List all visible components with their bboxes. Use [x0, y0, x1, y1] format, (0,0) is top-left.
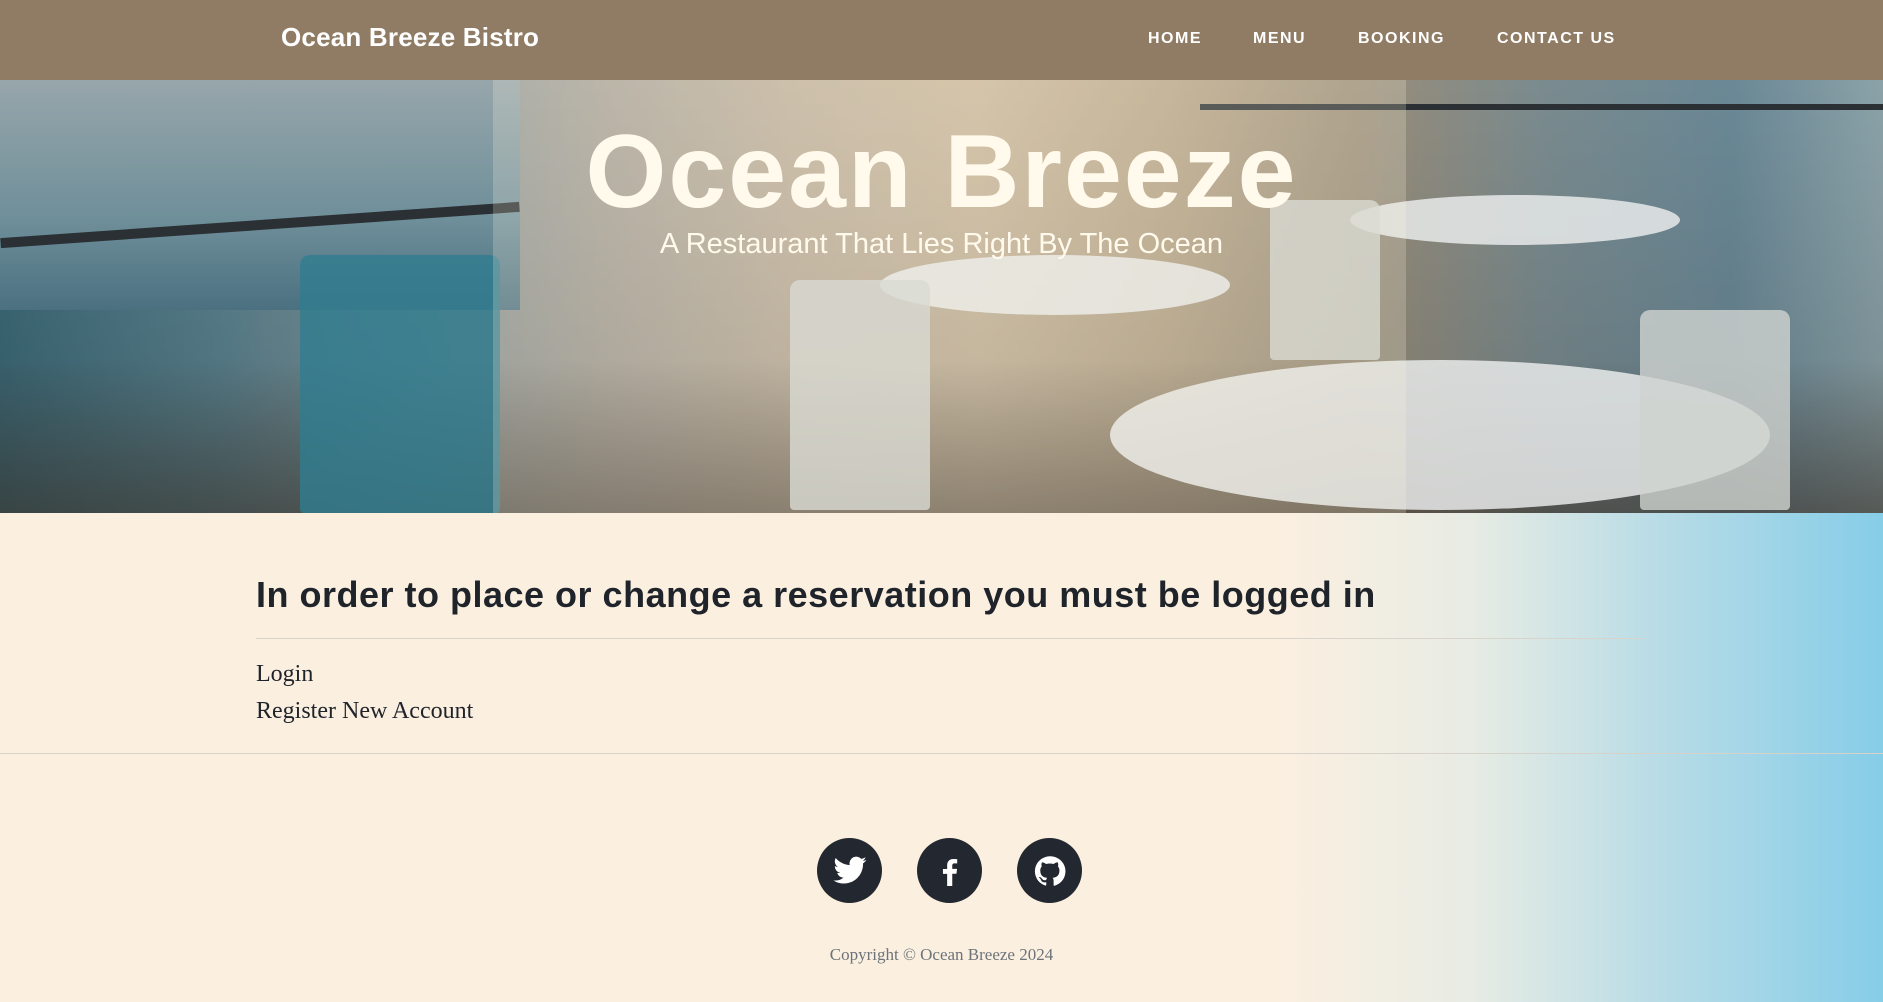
- divider: [256, 638, 1643, 639]
- hero-banner: Ocean Breeze A Restaurant That Lies Righ…: [0, 80, 1883, 513]
- facebook-icon: [942, 858, 957, 886]
- facebook-button[interactable]: [917, 838, 982, 903]
- nav-link-menu[interactable]: MENU: [1253, 30, 1306, 48]
- nav-link-home[interactable]: HOME: [1148, 30, 1202, 48]
- github-icon: [1034, 855, 1065, 886]
- twitter-icon: [833, 856, 866, 883]
- brand-logo-link[interactable]: Ocean Breeze Bistro: [281, 22, 539, 53]
- footer-divider: [0, 753, 1883, 754]
- twitter-button[interactable]: [817, 838, 882, 903]
- register-link[interactable]: Register New Account: [256, 698, 473, 725]
- hero-title: Ocean Breeze: [585, 114, 1298, 230]
- nav-link-booking[interactable]: BOOKING: [1358, 30, 1445, 48]
- chair: [1640, 310, 1790, 510]
- hero-subtitle: A Restaurant That Lies Right By The Ocea…: [659, 228, 1224, 260]
- navbar: Ocean Breeze Bistro HOME MENU BOOKING CO…: [0, 0, 1883, 81]
- login-link[interactable]: Login: [256, 661, 313, 688]
- chair: [300, 255, 500, 513]
- nav-link-contact-us[interactable]: CONTACT US: [1497, 30, 1616, 48]
- login-required-heading: In order to place or change a reservatio…: [256, 574, 1376, 615]
- github-button[interactable]: [1017, 838, 1082, 903]
- copyright-text: Copyright © Ocean Breeze 2024: [829, 945, 1054, 964]
